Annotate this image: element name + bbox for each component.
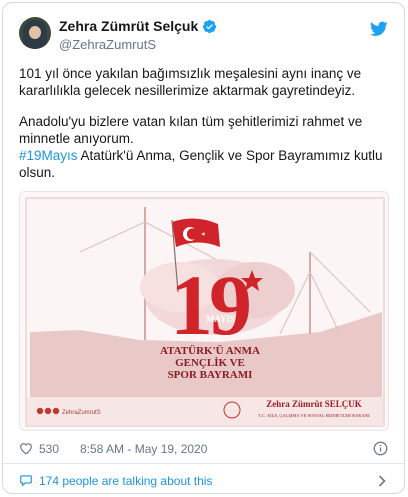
tweet-paragraph-2-line1: Anadolu'yu bizlere vatan kılan tüm şehit…: [19, 114, 363, 146]
info-icon[interactable]: [373, 441, 388, 456]
social-icons: [36, 407, 60, 415]
conversation-link[interactable]: 174 people are talking about this: [19, 473, 388, 489]
tweet-timestamp[interactable]: 8:58 AM - May 19, 2020: [80, 442, 207, 456]
poster-social-handle: ZehraZumrutS: [62, 410, 101, 416]
talking-count-text[interactable]: 174 people are talking about this: [39, 474, 212, 488]
tweet-paragraph-1: 101 yıl önce yakılan bağımsızlık meşales…: [19, 66, 362, 98]
like-count[interactable]: 530: [39, 442, 59, 456]
hashtag-link[interactable]: #19Mayıs: [19, 148, 78, 163]
divider: [3, 463, 404, 464]
tweet-meta: 530 8:58 AM - May 19, 2020: [19, 441, 388, 456]
poster-month: MAYIS: [206, 314, 235, 324]
tweet-header: Zehra Zümrüt Selçuk @ZehraZumrutS: [19, 17, 388, 57]
poster-signature-name: Zehra Zümrüt SELÇUK: [266, 399, 362, 409]
twitter-bird-icon[interactable]: [370, 21, 388, 37]
tweet-paragraph-2: Anadolu'yu bizlere vatan kılan tüm şehit…: [19, 113, 385, 181]
author-display-name[interactable]: Zehra Zümrüt Selçuk: [59, 18, 198, 34]
verified-badge-icon: [203, 19, 217, 33]
poster-line-1: ATATÜRK'Ü ANMA: [160, 344, 260, 357]
tweet-text: 101 yıl önce yakılan bağımsızlık meşales…: [19, 65, 385, 181]
chevron-right-icon[interactable]: [378, 475, 386, 487]
tweet-image[interactable]: 19 MAYIS ATATÜRK'Ü ANMA GENÇLİK VE SPOR …: [19, 191, 389, 431]
avatar[interactable]: [19, 17, 51, 49]
commemoration-poster: 19 MAYIS ATATÜRK'Ü ANMA GENÇLİK VE SPOR …: [25, 197, 385, 427]
author-handle[interactable]: @ZehraZumrutS: [59, 37, 156, 52]
heart-icon[interactable]: [19, 442, 33, 455]
author-name-row[interactable]: Zehra Zümrüt Selçuk: [59, 18, 217, 34]
poster-day-number: 19: [170, 257, 249, 353]
speech-bubble-icon: [20, 475, 32, 487]
tweet-card: Zehra Zümrüt Selçuk @ZehraZumrutS 101 yı…: [2, 2, 405, 494]
poster-line-3: SPOR BAYRAMI: [168, 369, 253, 381]
poster-line-2: GENÇLİK VE: [175, 357, 245, 369]
